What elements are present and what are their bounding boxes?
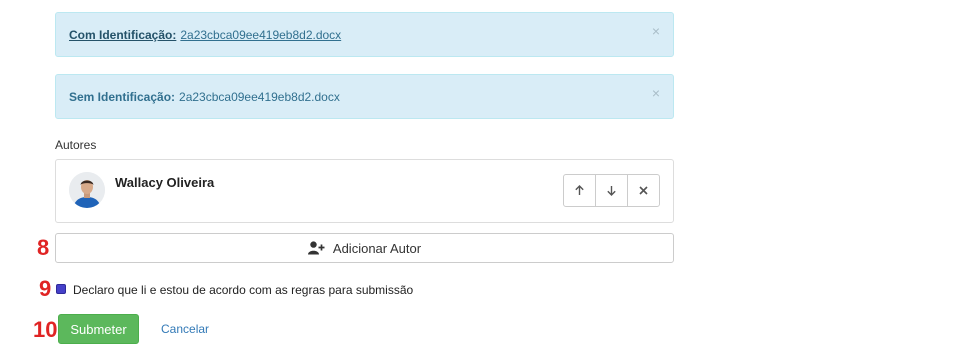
cancel-link[interactable]: Cancelar [161,322,209,336]
step-number-8: 8 [37,235,50,260]
file-alert-anonymous: Sem Identificação: 2a23cbca09ee419eb8d2.… [55,74,674,119]
authors-label: Autores [55,138,97,152]
add-author-button[interactable]: Adicionar Autor [55,233,674,263]
user-plus-icon [307,241,325,255]
agreement-label: Declaro que li e estou de acordo com as … [73,283,414,297]
step-number-10: 10 [33,317,58,342]
author-name: Wallacy Oliveira [115,175,215,190]
arrow-up-icon [575,185,584,195]
file-link[interactable]: 2a23cbca09ee419eb8d2.docx [180,28,341,42]
file-link[interactable]: 2a23cbca09ee419eb8d2.docx [179,90,340,104]
author-controls [563,174,660,207]
move-up-button[interactable] [564,175,596,206]
close-icon [639,186,648,195]
add-author-label: Adicionar Autor [332,240,422,256]
avatar-image-icon [69,172,105,208]
avatar [69,172,105,208]
arrow-down-icon [607,186,616,196]
close-icon[interactable]: × [652,24,660,38]
step-number-9: 9 [39,276,52,301]
file-alert-label: Com Identificação: [69,27,177,42]
close-icon[interactable]: × [652,86,660,100]
remove-author-button[interactable] [628,175,659,206]
author-card: Wallacy Oliveira [55,159,674,223]
file-alert-label: Sem Identificação: [69,89,176,104]
agreement-checkbox[interactable] [56,284,66,294]
file-alert-identified: Com Identificação: 2a23cbca09ee419eb8d2.… [55,12,674,57]
submit-button[interactable]: Submeter [58,314,139,344]
move-down-button[interactable] [596,175,628,206]
